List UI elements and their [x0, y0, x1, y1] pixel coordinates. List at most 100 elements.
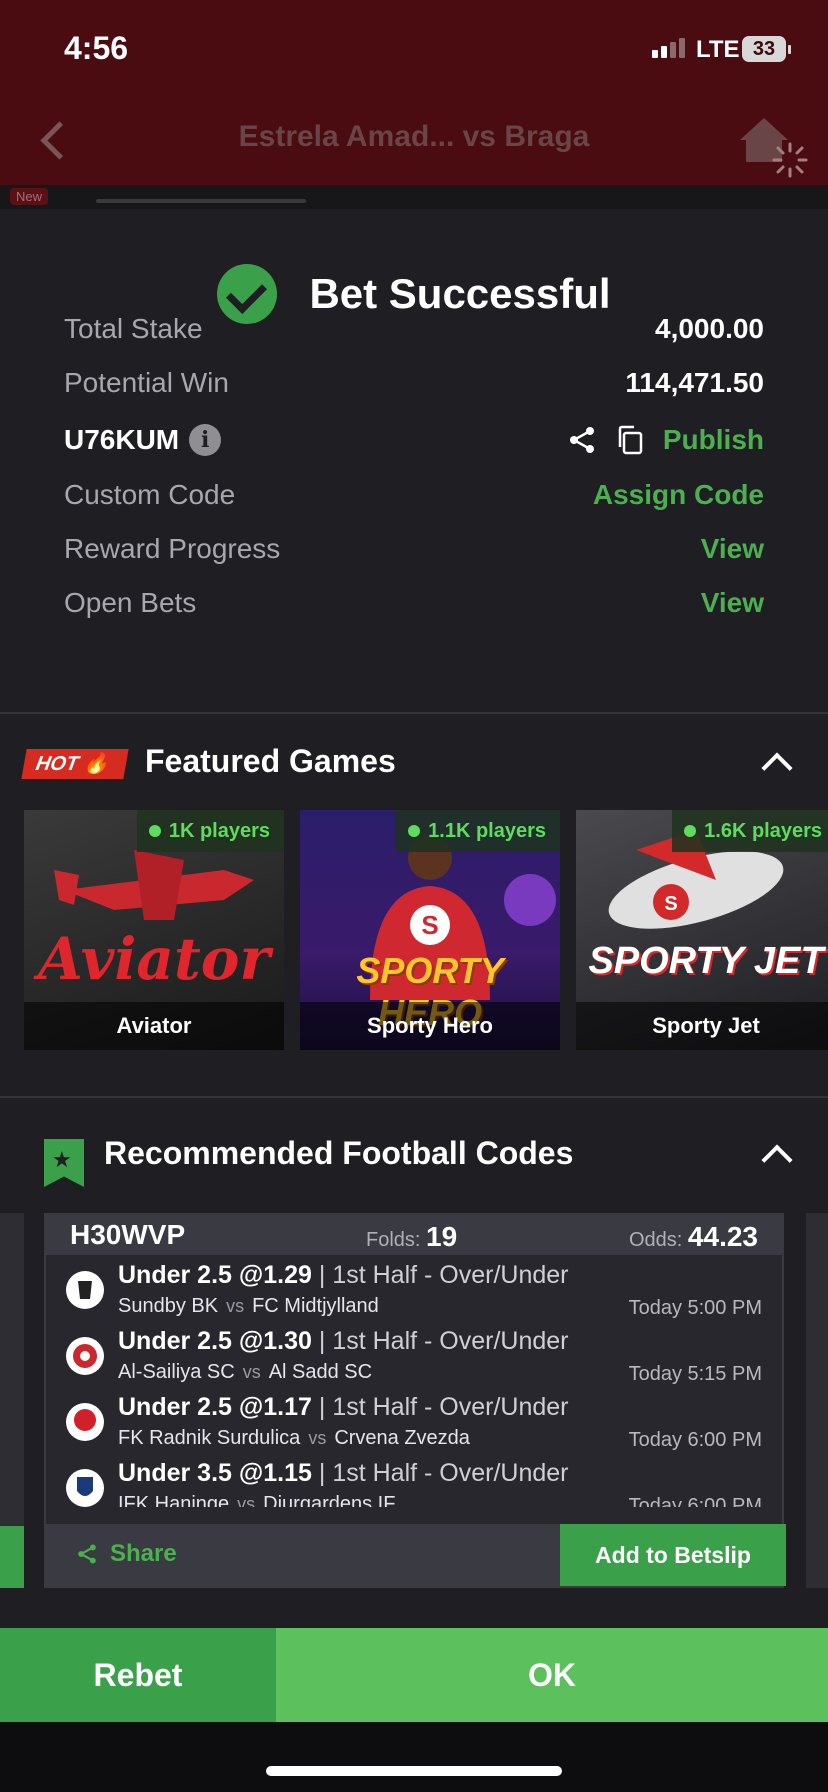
featured-games-header[interactable]: HOT 🔥 Featured Games	[0, 735, 828, 795]
folds-label: Folds:	[366, 1229, 421, 1251]
players-count: 1.6K players	[704, 819, 822, 842]
featured-games-carousel[interactable]: Aviator 1K players Aviator S SPORTY HERO…	[24, 810, 828, 1050]
share-icon[interactable]	[567, 425, 597, 455]
vs-label: vs	[242, 1362, 261, 1382]
folds-value: 19	[426, 1221, 458, 1252]
selection-pick: Under 2.5 @1.29 | 1st Half - Over/Under	[118, 1261, 569, 1290]
assign-code-button[interactable]: Assign Code	[593, 479, 764, 511]
hot-label: HOT	[34, 753, 81, 775]
custom-code-row: Custom Code Assign Code	[64, 475, 764, 515]
game-name: Sporty Hero	[300, 1002, 560, 1050]
selection-teams: IFK Haninge vs Djurgardens IF	[118, 1493, 395, 1507]
publish-group: Publish	[567, 424, 764, 456]
new-badge: New	[10, 188, 49, 205]
publish-button[interactable]: Publish	[663, 424, 764, 456]
selection-row: Under 2.5 @1.30 | 1st Half - Over/Under …	[46, 1325, 786, 1391]
online-dot-icon	[684, 825, 697, 837]
svg-text:S: S	[664, 893, 677, 915]
home-team: Al-Sailiya SC	[118, 1361, 235, 1383]
copy-icon[interactable]	[615, 424, 645, 456]
featured-games-title: Featured Games	[145, 743, 396, 779]
svg-text:S: S	[421, 910, 438, 940]
game-card-sporty-jet[interactable]: S SPORTY JET 1.6K players Sporty Jet	[576, 810, 828, 1050]
hot-badge: HOT 🔥	[21, 749, 129, 779]
tab-indicator	[96, 199, 306, 203]
game-name: Sporty Jet	[576, 1002, 828, 1050]
pick: Under 2.5	[118, 1393, 232, 1421]
potential-win-row: Potential Win 114,471.50	[64, 363, 764, 403]
selection-row: Under 2.5 @1.17 | 1st Half - Over/Under …	[46, 1391, 786, 1457]
team-logo-icon	[66, 1403, 104, 1441]
market: | 1st Half - Over/Under	[318, 1459, 569, 1487]
pick: Under 2.5	[118, 1261, 232, 1289]
home-indicator[interactable]	[266, 1766, 562, 1776]
total-stake-row: Total Stake 4,000.00	[64, 309, 764, 349]
star-icon: ★	[52, 1147, 72, 1172]
players-count: 1.1K players	[428, 819, 546, 842]
pick: Under 2.5	[118, 1327, 232, 1355]
away-team: Al Sadd SC	[268, 1361, 373, 1383]
recommended-codes-header[interactable]: ★ Recommended Football Codes	[0, 1125, 828, 1187]
status-bar: 4:56 LTE 33	[0, 0, 828, 100]
team-logo-icon	[66, 1469, 104, 1507]
selection-pick: Under 2.5 @1.17 | 1st Half - Over/Under	[118, 1393, 569, 1422]
team-logo-icon	[66, 1337, 104, 1375]
kickoff-time: Today 5:15 PM	[628, 1363, 762, 1385]
odds-info: Odds: 44.23	[629, 1221, 758, 1253]
loading-spinner-icon	[772, 142, 808, 178]
open-bets-label: Open Bets	[64, 587, 197, 618]
potential-win-label: Potential Win	[64, 367, 229, 398]
away-team: FC Midtjylland	[252, 1295, 379, 1317]
home-team: Sundby BK	[118, 1295, 219, 1317]
players-badge: 1.6K players	[672, 810, 828, 852]
info-icon[interactable]: i	[189, 424, 222, 456]
chevron-up-icon[interactable]	[761, 752, 793, 784]
market: | 1st Half - Over/Under	[318, 1327, 569, 1355]
team-logo-icon	[66, 1271, 104, 1309]
fire-icon: 🔥	[81, 753, 111, 775]
away-team: Djurgardens IF	[263, 1493, 396, 1507]
kickoff-time: Today 6:00 PM	[628, 1495, 762, 1507]
ok-button[interactable]: OK	[276, 1628, 828, 1722]
prev-code-card[interactable]	[0, 1213, 24, 1588]
share-code-button[interactable]: Share	[76, 1540, 177, 1568]
rebet-button[interactable]: Rebet	[0, 1628, 276, 1722]
reward-progress-view-button[interactable]: View	[701, 533, 764, 565]
next-code-card[interactable]	[806, 1213, 828, 1588]
section-spacer	[0, 1063, 828, 1091]
add-to-betslip-button[interactable]: Add to Betslip	[560, 1524, 786, 1586]
selection-teams: FK Radnik Surdulica vs Crvena Zvezda	[118, 1427, 470, 1450]
players-count: 1K players	[168, 819, 270, 842]
code-card[interactable]: H30WVP Folds: 19 Odds: 44.23 Under 2.5 @…	[44, 1213, 786, 1588]
selection-teams: Sundby BK vs FC Midtjylland	[118, 1295, 379, 1318]
divider	[0, 712, 828, 714]
recommended-codes-title: Recommended Football Codes	[104, 1135, 574, 1171]
open-bets-row: Open Bets View	[64, 583, 764, 623]
pick-odds: @1.17	[238, 1393, 312, 1421]
recommended-codes-carousel[interactable]: H30WVP Folds: 19 Odds: 44.23 Under 2.5 @…	[0, 1213, 828, 1588]
players-badge: 1.1K players	[396, 810, 560, 852]
market: | 1st Half - Over/Under	[318, 1393, 569, 1421]
potential-win-value: 114,471.50	[625, 367, 764, 398]
pick-odds: @1.29	[238, 1261, 312, 1289]
custom-code-label: Custom Code	[64, 479, 236, 510]
game-card-aviator[interactable]: Aviator 1K players Aviator	[24, 810, 284, 1050]
chevron-up-icon[interactable]	[761, 1144, 793, 1176]
code-card-header: H30WVP Folds: 19 Odds: 44.23	[46, 1215, 782, 1255]
game-card-sporty-hero[interactable]: S SPORTY HERO 1.1K players Sporty Hero	[300, 810, 560, 1050]
selection-row: Under 2.5 @1.29 | 1st Half - Over/Under …	[46, 1259, 786, 1325]
selection-row: Under 3.5 @1.15 | 1st Half - Over/Under …	[46, 1457, 786, 1507]
players-badge: 1K players	[136, 810, 284, 852]
kickoff-time: Today 6:00 PM	[628, 1429, 762, 1451]
online-dot-icon	[148, 825, 161, 837]
booking-code-group: U76KUM i	[64, 424, 222, 456]
total-stake-value: 4,000.00	[655, 313, 764, 344]
pick-odds: @1.30	[238, 1327, 312, 1355]
total-stake-label: Total Stake	[64, 313, 203, 344]
status-time: 4:56	[64, 30, 129, 66]
open-bets-view-button[interactable]: View	[701, 587, 764, 619]
selection-pick: Under 3.5 @1.15 | 1st Half - Over/Under	[118, 1459, 569, 1488]
share-label: Share	[110, 1540, 177, 1567]
battery-icon: 33	[742, 36, 791, 62]
aviator-logo: Aviator	[38, 925, 270, 993]
